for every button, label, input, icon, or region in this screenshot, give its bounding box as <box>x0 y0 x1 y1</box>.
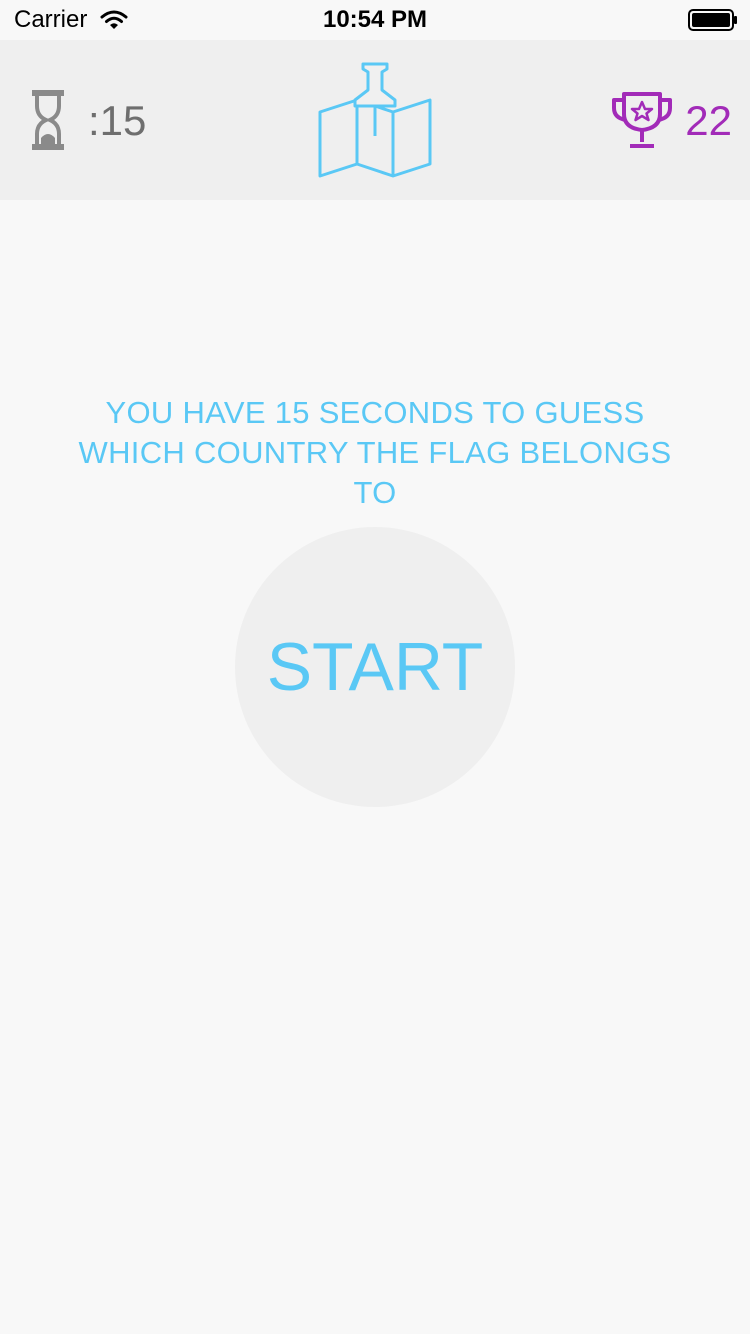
instructions-text: YOU HAVE 15 SECONDS TO GUESS WHICH COUNT… <box>78 395 672 510</box>
status-time: 10:54 PM <box>322 6 428 33</box>
start-button[interactable]: START <box>235 527 515 807</box>
score-value: 22 <box>685 97 732 144</box>
status-bar: Carrier 10:54 PM <box>0 0 750 40</box>
map-pin-icon <box>318 62 432 178</box>
battery-icon <box>688 9 737 31</box>
timer-value: :15 <box>88 97 147 144</box>
game-header: :15 22 <box>0 40 750 200</box>
hourglass-icon <box>32 90 64 150</box>
trophy-icon <box>612 92 672 148</box>
